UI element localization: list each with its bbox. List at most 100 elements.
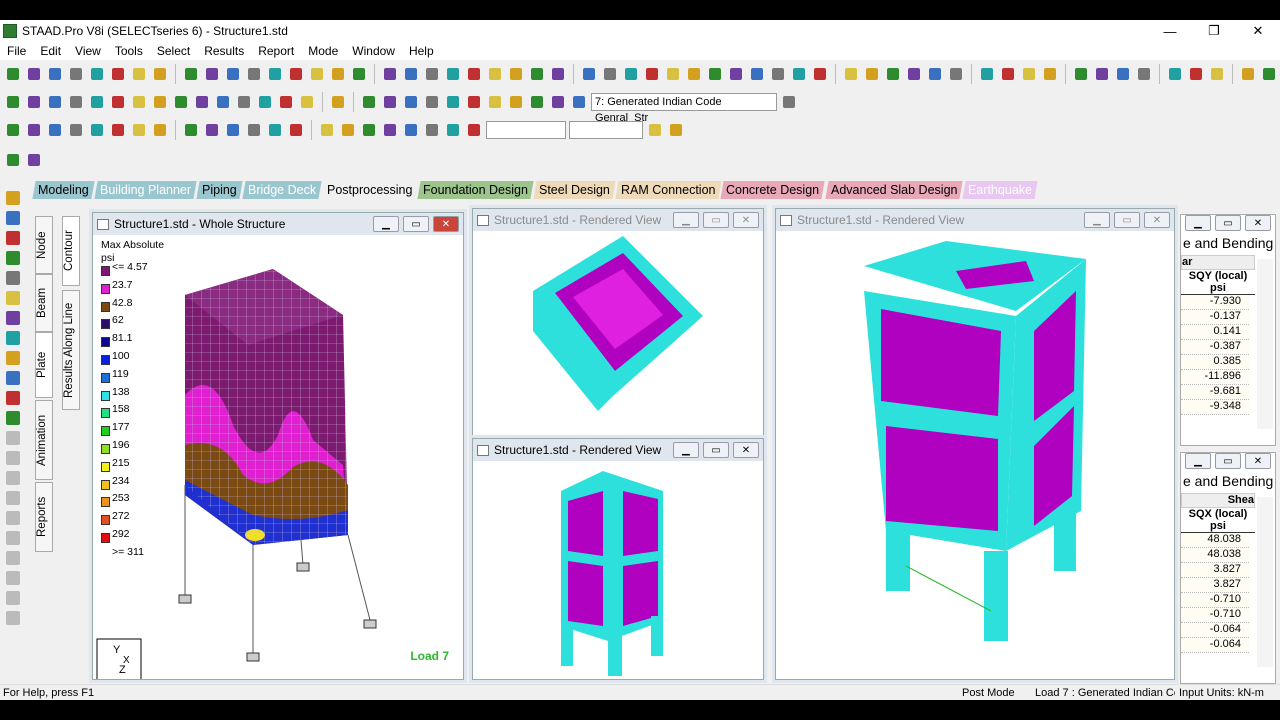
toolbar-button[interactable]	[646, 121, 664, 139]
page-tab-node[interactable]: Node	[35, 216, 53, 274]
toolbar-button[interactable]	[1041, 65, 1059, 83]
left-tool-icon[interactable]	[6, 231, 20, 245]
left-tool-icon[interactable]	[6, 291, 20, 305]
toolbar-button[interactable]	[643, 65, 661, 83]
toolbar-button[interactable]	[88, 93, 106, 111]
toolbar-button[interactable]	[1260, 65, 1278, 83]
menu-edit[interactable]: Edit	[33, 42, 68, 60]
toolbar-button[interactable]	[88, 65, 106, 83]
toolbar-button[interactable]	[1114, 65, 1132, 83]
window-restore-button[interactable]: ▭	[403, 216, 429, 232]
left-tool-icon[interactable]	[6, 431, 20, 445]
load-case-dropdown[interactable]: 7: Generated Indian Code Genral_Str	[591, 93, 777, 124]
toolbar-button[interactable]	[46, 121, 64, 139]
workflow-tab-ram-connection[interactable]: RAM Connection	[615, 181, 721, 199]
left-tool-icon[interactable]	[6, 511, 20, 525]
toolbar-button[interactable]	[1072, 65, 1090, 83]
menu-file[interactable]: File	[0, 42, 33, 60]
toolbar-button[interactable]	[329, 65, 347, 83]
workflow-tab-earthquake[interactable]: Earthquake	[962, 181, 1038, 199]
workflow-tab-piping[interactable]: Piping	[196, 181, 243, 199]
left-tool-icon[interactable]	[6, 531, 20, 545]
toolbar-button[interactable]	[1093, 65, 1111, 83]
toolbar-button[interactable]	[601, 65, 619, 83]
toolbar-button[interactable]	[67, 121, 85, 139]
table-scrollbar[interactable]	[1257, 259, 1273, 429]
toolbar-button[interactable]	[1239, 65, 1257, 83]
page-tab-animation[interactable]: Animation	[35, 400, 53, 480]
toolbar-button[interactable]	[46, 65, 64, 83]
table-minimize-button[interactable]: ▁	[1185, 453, 1211, 469]
toolbar-button[interactable]	[444, 65, 462, 83]
left-tool-icon[interactable]	[6, 551, 20, 565]
table-close-button[interactable]: ✕	[1245, 453, 1271, 469]
toolbar-button[interactable]	[109, 121, 127, 139]
toolbar-button[interactable]	[203, 65, 221, 83]
toolbar-button[interactable]	[25, 151, 43, 169]
toolbar-button[interactable]	[423, 121, 441, 139]
page-tab-plate[interactable]: Plate	[35, 332, 53, 398]
column-header[interactable]: SQY (local)	[1181, 270, 1255, 282]
toolbar-button[interactable]	[182, 65, 200, 83]
menu-view[interactable]: View	[68, 42, 108, 60]
toolbar-button[interactable]	[685, 65, 703, 83]
workflow-tab-building-planner[interactable]: Building Planner	[94, 181, 197, 199]
minimize-button[interactable]: —	[1148, 20, 1192, 42]
toolbar-button[interactable]	[350, 65, 368, 83]
toolbar-button[interactable]	[203, 121, 221, 139]
toolbar-button[interactable]	[580, 65, 598, 83]
workflow-tab-steel-design[interactable]: Steel Design	[533, 181, 616, 199]
toolbar-button[interactable]	[549, 93, 567, 111]
toolbar-button[interactable]	[727, 65, 745, 83]
rendered-model-perspective-view[interactable]	[776, 231, 1174, 679]
toolbar-button[interactable]	[381, 93, 399, 111]
subtab-results-along-line[interactable]: Results Along Line	[62, 290, 80, 410]
window-minimize-button[interactable]: ▁	[673, 212, 699, 228]
toolbar-button[interactable]	[4, 93, 22, 111]
toolbar-button[interactable]	[884, 65, 902, 83]
workflow-tab-bridge-deck[interactable]: Bridge Deck	[241, 181, 322, 199]
toolbar-button[interactable]	[25, 65, 43, 83]
workflow-tab-postprocessing[interactable]: Postprocessing	[321, 181, 418, 199]
toolbar-button[interactable]	[978, 65, 996, 83]
toolbar-button[interactable]	[277, 93, 295, 111]
window-minimize-button[interactable]: ▁	[673, 442, 699, 458]
toolbar-button[interactable]	[842, 65, 860, 83]
toolbar-button[interactable]	[1187, 65, 1205, 83]
toolbar-button[interactable]	[339, 121, 357, 139]
toolbar-button[interactable]	[245, 65, 263, 83]
toolbar-button[interactable]	[664, 65, 682, 83]
left-tool-icon[interactable]	[6, 271, 20, 285]
toolbar-button[interactable]	[151, 121, 169, 139]
toolbar-button[interactable]	[130, 65, 148, 83]
left-tool-icon[interactable]	[6, 491, 20, 505]
toolbar-button[interactable]	[266, 65, 284, 83]
toolbar-button[interactable]	[172, 93, 190, 111]
window-close-button[interactable]: ✕	[1144, 212, 1170, 228]
toolbar-button[interactable]	[4, 151, 22, 169]
column-header[interactable]: SQX (local)	[1181, 508, 1255, 520]
toolbar-button[interactable]	[109, 65, 127, 83]
table-restore-button[interactable]: ▭	[1215, 215, 1241, 231]
table-scrollbar[interactable]	[1257, 497, 1273, 667]
left-tool-icon[interactable]	[6, 211, 20, 225]
left-tool-icon[interactable]	[6, 191, 20, 205]
toolbar-button[interactable]	[235, 93, 253, 111]
toolbar-button[interactable]	[486, 65, 504, 83]
menu-mode[interactable]: Mode	[301, 42, 345, 60]
menu-window[interactable]: Window	[345, 42, 402, 60]
toolbar-button[interactable]	[780, 93, 798, 111]
toolbar-button[interactable]	[811, 65, 829, 83]
toolbar-button[interactable]	[1166, 65, 1184, 83]
window-restore-button[interactable]: ▭	[703, 212, 729, 228]
page-tab-beam[interactable]: Beam	[35, 274, 53, 332]
toolbar-button[interactable]	[329, 93, 347, 111]
toolbar-button[interactable]	[507, 93, 525, 111]
toolbar-button[interactable]	[947, 65, 965, 83]
toolbar-button[interactable]	[1020, 65, 1038, 83]
toolbar-button[interactable]	[402, 65, 420, 83]
table-close-button[interactable]: ✕	[1245, 215, 1271, 231]
window-minimize-button[interactable]: ▁	[1084, 212, 1110, 228]
toolbar-button[interactable]	[402, 93, 420, 111]
toolbar-button[interactable]	[4, 65, 22, 83]
